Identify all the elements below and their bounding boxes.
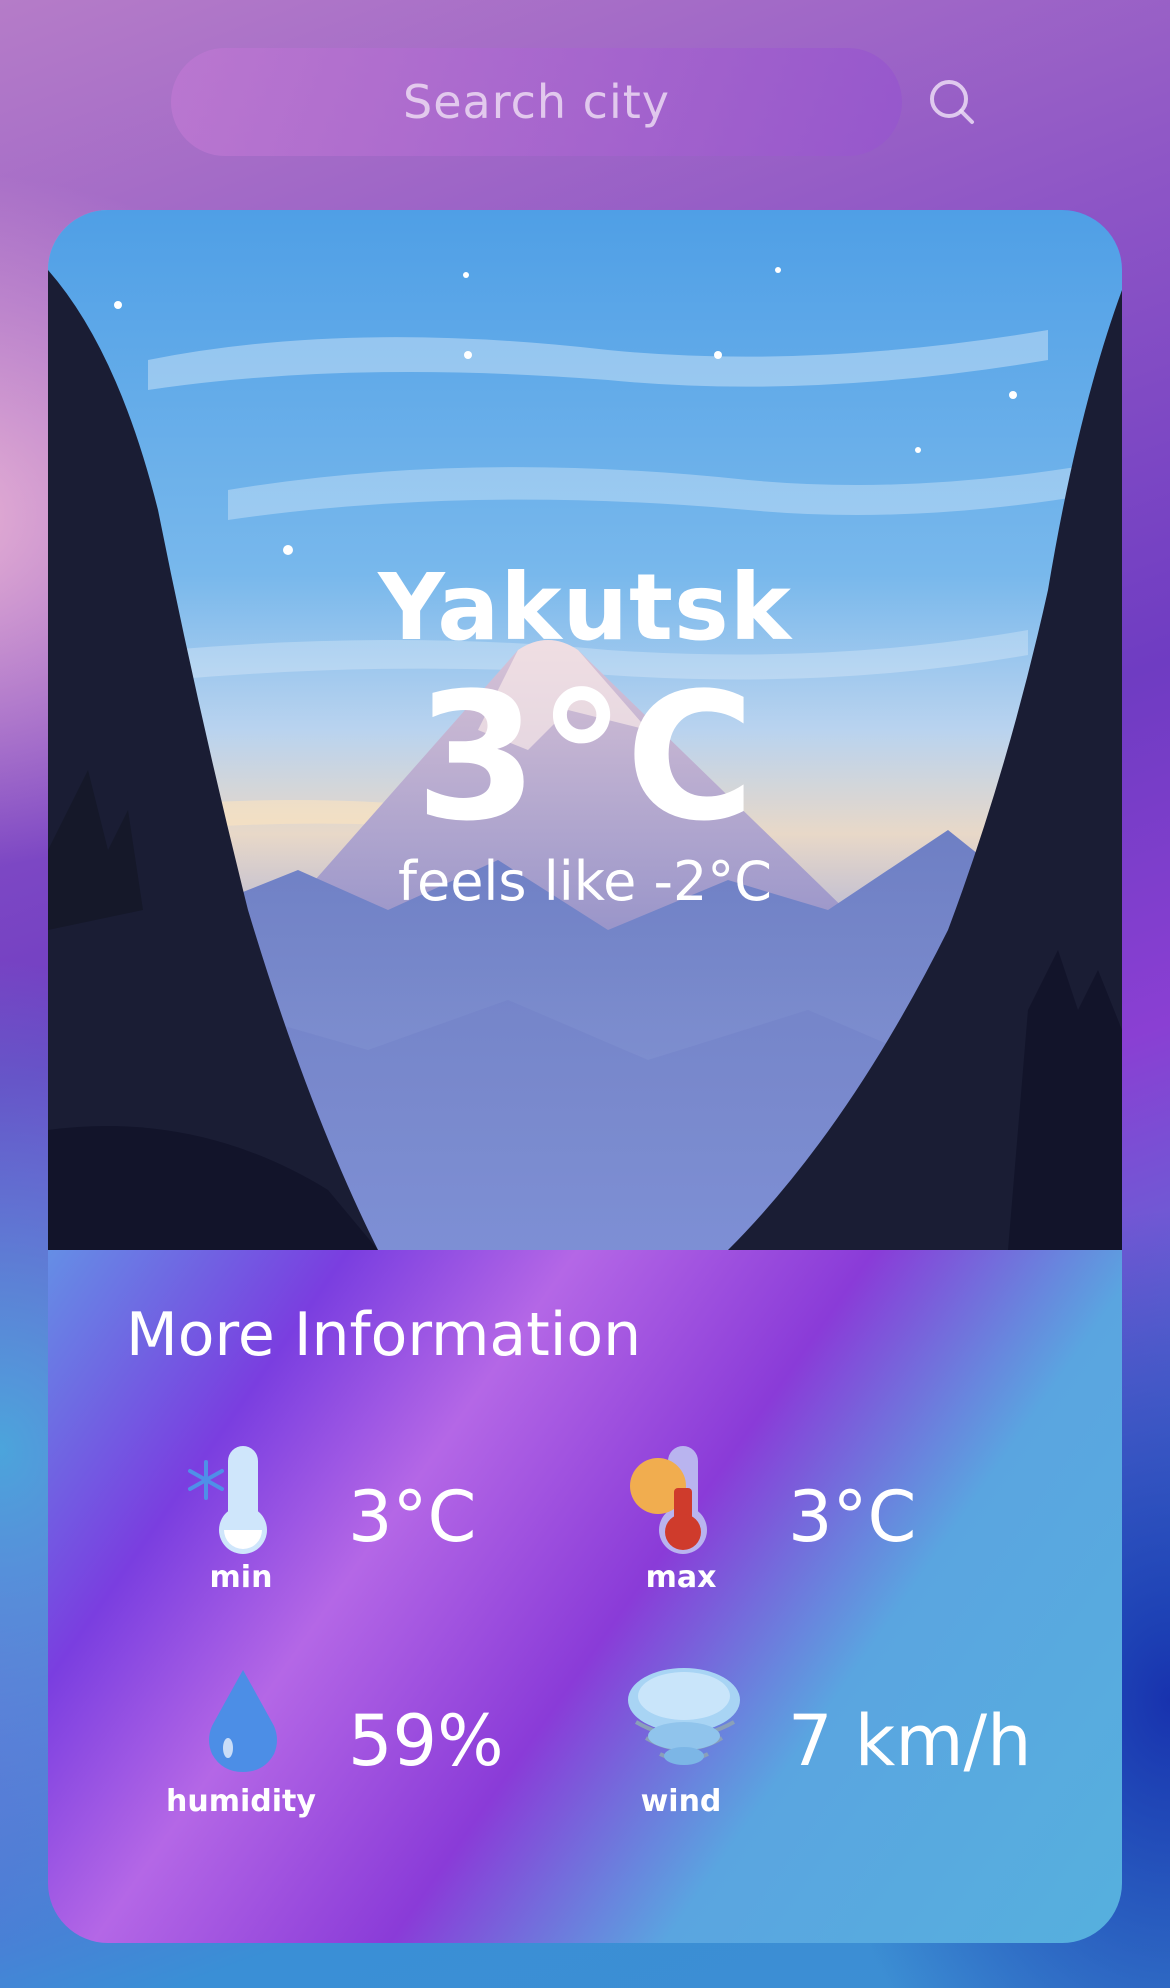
current-temperature: 3°C xyxy=(415,655,755,860)
stat-humidity: humidity 59% xyxy=(166,1662,646,1832)
stat-label: min xyxy=(209,1560,273,1595)
stat-max-temperature: max 3°C xyxy=(606,1438,1086,1608)
stat-value: 59% xyxy=(348,1700,504,1782)
stat-label: max xyxy=(645,1560,717,1595)
more-information-title: More Information xyxy=(126,1300,642,1370)
weather-hero-image: Yakutsk 3°C feels like -2°C xyxy=(48,210,1122,1250)
search-bar[interactable] xyxy=(171,48,902,156)
city-name: Yakutsk xyxy=(378,554,792,661)
search-input[interactable] xyxy=(171,48,902,156)
stat-wind: wind 7 km/h xyxy=(606,1662,1086,1832)
stat-label: humidity xyxy=(166,1784,316,1819)
thermometer-hot-icon xyxy=(630,1446,707,1554)
water-drop-icon xyxy=(209,1670,277,1772)
search-icon xyxy=(930,80,974,124)
thermometer-cold-icon xyxy=(188,1446,267,1554)
weather-card: Yakutsk 3°C feels like -2°C More Informa… xyxy=(48,210,1122,1943)
stat-value: 3°C xyxy=(788,1476,917,1558)
stat-min-temperature: min 3°C xyxy=(166,1438,646,1608)
stat-value: 3°C xyxy=(348,1476,477,1558)
stat-label: wind xyxy=(640,1784,722,1819)
feels-like-temperature: feels like -2°C xyxy=(397,850,773,913)
stat-value: 7 km/h xyxy=(788,1700,1032,1782)
search-button[interactable] xyxy=(922,72,982,132)
wind-cloud-icon xyxy=(628,1668,740,1765)
